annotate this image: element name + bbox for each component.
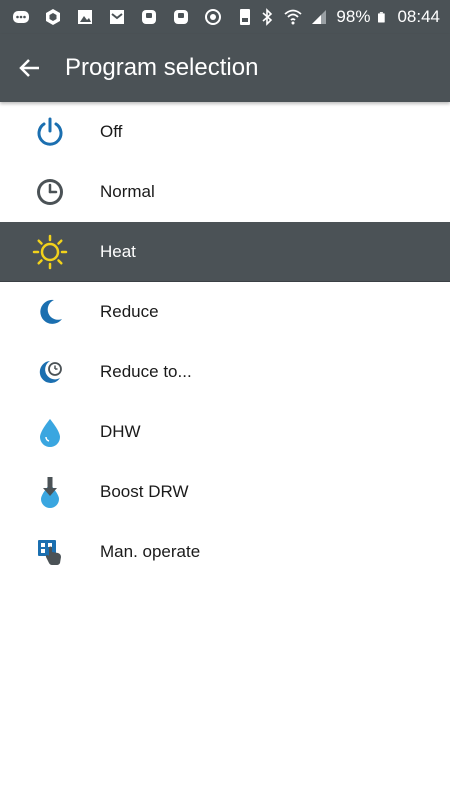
battery-percentage: 98% <box>336 7 371 26</box>
program-item-boost-drw[interactable]: Boost DRW <box>0 462 450 522</box>
app-notification-icon-2 <box>174 10 188 24</box>
program-item-reduce-to[interactable]: Reduce to... <box>0 342 450 402</box>
power-icon <box>37 117 63 146</box>
status-bar: 98% 08:44 <box>0 0 450 34</box>
app-bar: Program selection <box>0 34 450 102</box>
program-list: Off Normal Heat Reduce Reduce to... DHW … <box>0 102 450 582</box>
bluetooth-icon <box>262 8 273 26</box>
system-status: 98% 08:44 <box>258 7 440 27</box>
manual-operate-icon <box>38 540 61 565</box>
moon-icon <box>40 299 62 324</box>
sun-icon <box>32 234 68 269</box>
program-item-normal[interactable]: Normal <box>0 162 450 222</box>
battery-icon <box>378 12 386 23</box>
program-label: Normal <box>100 182 155 201</box>
program-label: Off <box>100 122 123 141</box>
mail-icon <box>110 10 124 24</box>
page-title: Program selection <box>65 54 259 81</box>
program-item-reduce[interactable]: Reduce <box>0 282 450 342</box>
clock-icon <box>37 179 63 205</box>
program-label: DHW <box>100 422 141 441</box>
notification-icons <box>12 8 258 26</box>
program-item-dhw[interactable]: DHW <box>0 402 450 462</box>
moon-clock-icon <box>39 361 62 383</box>
back-button[interactable] <box>0 34 60 102</box>
download-icon <box>240 9 250 25</box>
wifi-icon <box>284 9 303 25</box>
program-label: Boost DRW <box>100 482 189 501</box>
program-label: Reduce <box>100 302 159 321</box>
signal-icon <box>312 10 327 24</box>
arrow-back-icon <box>19 59 39 77</box>
program-item-heat[interactable]: Heat <box>0 222 450 282</box>
program-label: Reduce to... <box>100 362 192 381</box>
messenger-icon <box>13 11 29 23</box>
clock-time: 08:44 <box>397 7 440 26</box>
target-icon <box>205 9 221 25</box>
program-item-off[interactable]: Off <box>0 102 450 162</box>
program-label: Heat <box>100 241 136 261</box>
boost-drop-icon <box>41 477 59 508</box>
gallery-icon <box>78 10 92 24</box>
app-notification-icon <box>142 10 156 24</box>
program-label: Man. operate <box>100 542 201 561</box>
water-drop-icon <box>40 419 60 447</box>
program-item-man-operate[interactable]: Man. operate <box>0 522 450 582</box>
hexagon-app-icon <box>46 9 60 25</box>
